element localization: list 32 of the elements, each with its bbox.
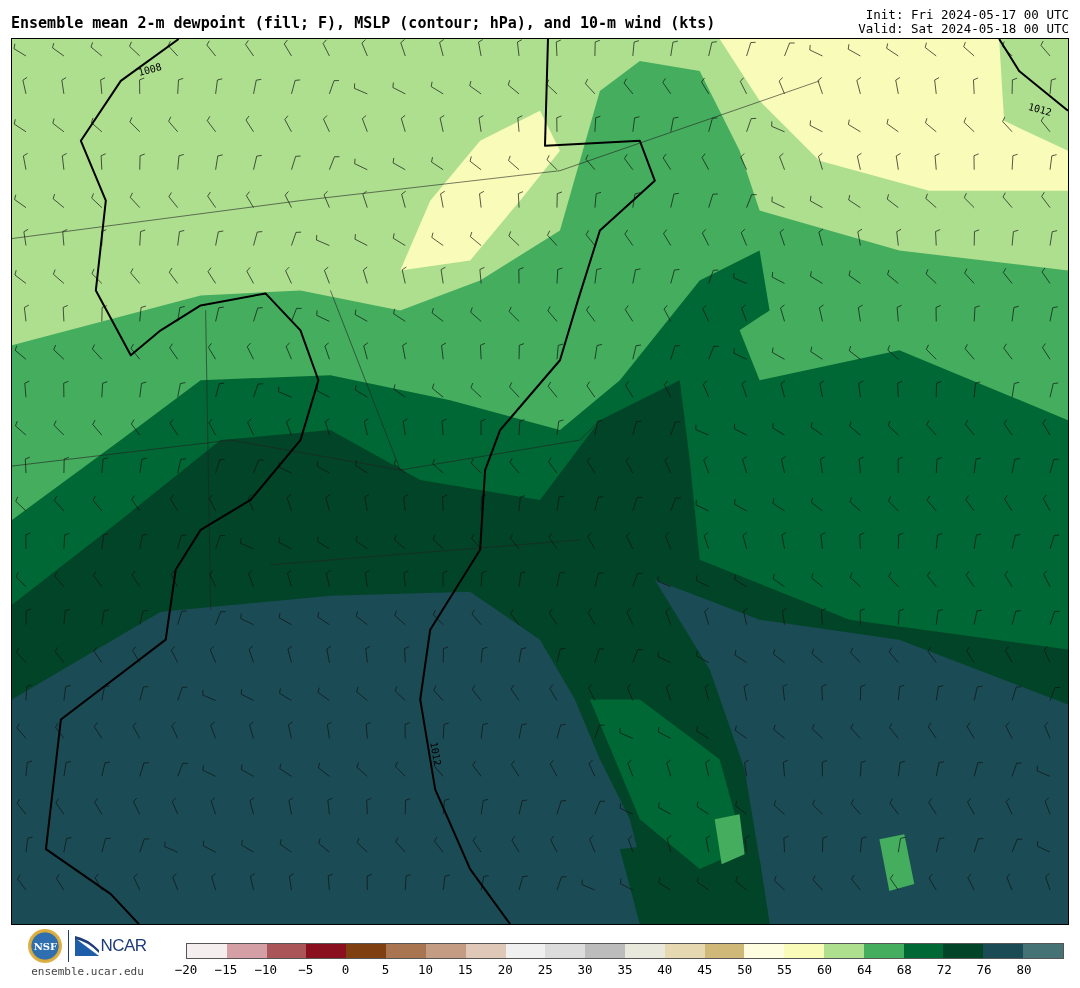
colorbar-tick-label: 72 (936, 962, 952, 977)
colorbar-tick-label: 50 (737, 962, 753, 977)
colorbar-tick-label: −15 (214, 962, 238, 977)
chart-title: Ensemble mean 2-m dewpoint (fill; F), MSLP (contour; hPa), and 10-m wind (kts) (11, 14, 716, 34)
colorbar-tick-label: 40 (657, 962, 673, 977)
colorbar-tick-label: 10 (417, 962, 433, 977)
colorbar-tick-label: 20 (497, 962, 513, 977)
colorbar-tick-label: −5 (298, 962, 314, 977)
isobar-label: 1012 (428, 741, 444, 767)
colorbar-tick-label: 15 (457, 962, 473, 977)
isobar-label: 1008 (136, 61, 163, 78)
colorbar-tick-label: 0 (341, 962, 350, 977)
colorbar-tick-label: 64 (856, 962, 872, 977)
isobar-label: 1012 (1026, 101, 1053, 118)
colorbar-tick-label: 68 (896, 962, 912, 977)
colorbar-tick-label: 55 (777, 962, 793, 977)
colorbar-tick-label: 80 (1016, 962, 1032, 977)
colorbar-tick-label: −10 (254, 962, 278, 977)
colorbar-tick-label: 60 (816, 962, 833, 977)
colorbar-tick-label: 25 (537, 962, 553, 977)
site-url: ensemble.ucar.edu (31, 965, 144, 978)
valid-time: Valid: Sat 2024-05-18 00 UTC (858, 22, 1069, 36)
init-time: Init: Fri 2024-05-17 00 UTC (865, 8, 1069, 22)
colorbar-tick-label: −20 (174, 962, 198, 977)
ncar-logo-text: NCAR (100, 936, 147, 956)
nsf-logo: NSF (28, 929, 63, 963)
colorbar-tick-label: 45 (697, 962, 713, 977)
colorbar-tick-label: 76 (976, 962, 992, 977)
ncar-logo-icon (75, 936, 100, 956)
colorbar-tick-label: 35 (617, 962, 633, 977)
colorbar-tick-label: 30 (577, 962, 593, 977)
colorbar-tick-label: 5 (381, 962, 390, 977)
